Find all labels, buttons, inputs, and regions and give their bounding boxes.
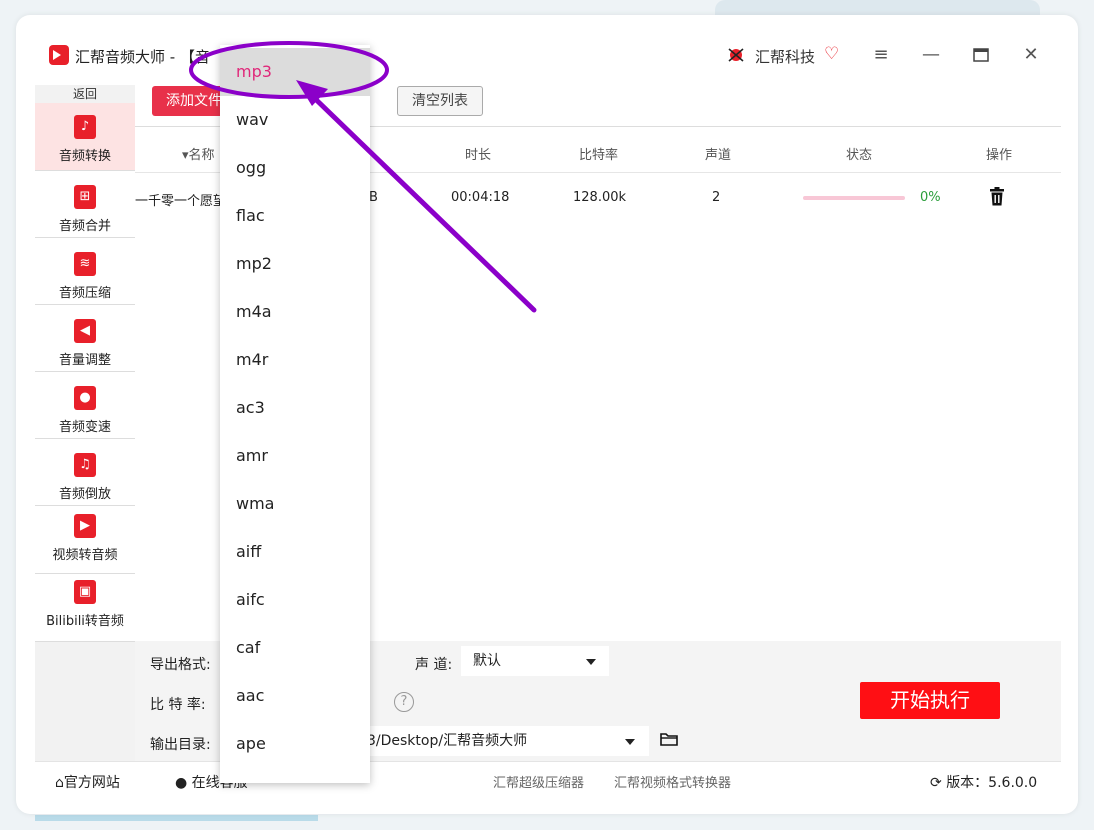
- bilibili-icon: ▣: [74, 580, 96, 604]
- format-option-ape[interactable]: ape: [220, 720, 370, 768]
- format-option-flac[interactable]: flac: [220, 192, 370, 240]
- output-dir-select[interactable]: 3/Desktop/汇帮音频大师: [357, 726, 649, 756]
- brand-heart-icon[interactable]: ♡: [824, 44, 839, 64]
- audio-reverse-icon: ♫: [74, 453, 96, 477]
- format-option-ogg[interactable]: ogg: [220, 144, 370, 192]
- brand-logo-icon: [728, 48, 744, 62]
- format-option-aac[interactable]: aac: [220, 672, 370, 720]
- format-option-mp3[interactable]: mp3: [220, 48, 370, 96]
- channel-select[interactable]: 默认: [461, 646, 609, 676]
- background-taskbar-strip: [35, 815, 318, 821]
- audio-convert-icon: ♪: [74, 115, 96, 139]
- user-icon: ●: [175, 775, 188, 791]
- output-dir-label: 输出目录:: [150, 737, 211, 753]
- audio-merge-icon: ⊞: [74, 185, 96, 209]
- sidebar: 返回 ♪ 音频转换 ⊞ 音频合并 ≋ 音频压缩 ◀ 音量调整 ● 音频变速 ♫ …: [35, 85, 135, 761]
- clear-list-button[interactable]: 清空列表: [397, 86, 483, 116]
- format-option-wma[interactable]: wma: [220, 480, 370, 528]
- column-channels[interactable]: 声道: [705, 144, 731, 163]
- audio-compress-icon: ≋: [74, 252, 96, 276]
- column-duration[interactable]: 时长: [465, 144, 491, 163]
- format-option-amr[interactable]: amr: [220, 432, 370, 480]
- format-option-caf[interactable]: caf: [220, 624, 370, 672]
- file-name: 一千零一个愿望: [135, 194, 227, 209]
- sidebar-item-audio-merge[interactable]: ⊞ 音频合并: [35, 171, 135, 238]
- sidebar-item-volume-adjust[interactable]: ◀ 音量调整: [35, 305, 135, 372]
- audio-speed-icon: ●: [74, 386, 96, 410]
- sidebar-item-video-to-audio[interactable]: ▶ 视频转音频: [35, 506, 135, 574]
- app-logo-icon: [49, 45, 69, 65]
- back-button[interactable]: 返回: [35, 85, 135, 103]
- file-channels: 2: [712, 190, 721, 205]
- refresh-icon: ⟳: [930, 775, 942, 791]
- sidebar-item-audio-reverse[interactable]: ♫ 音频倒放: [35, 439, 135, 506]
- format-option-m4a[interactable]: m4a: [220, 288, 370, 336]
- format-option-aifc[interactable]: aifc: [220, 576, 370, 624]
- format-dropdown: mp3 wav ogg flac mp2 m4a m4r ac3 amr wma…: [220, 45, 370, 783]
- minimize-button[interactable]: —: [918, 42, 944, 68]
- file-duration: 00:04:18: [451, 190, 510, 205]
- format-label: 导出格式:: [150, 657, 211, 673]
- column-name[interactable]: ▾名称: [182, 144, 215, 163]
- sidebar-item-audio-speed[interactable]: ● 音频变速: [35, 372, 135, 439]
- chevron-down-icon: [586, 659, 596, 665]
- title-bar: 汇帮音频大师 - 【音 汇帮科技 ♡ ≡ — ✕: [16, 15, 1078, 85]
- file-bitrate: 128.00k: [573, 190, 627, 205]
- video-to-audio-icon: ▶: [74, 514, 96, 538]
- volume-adjust-icon: ◀: [74, 319, 96, 343]
- sidebar-item-audio-convert[interactable]: ♪ 音频转换: [35, 103, 135, 171]
- file-size: B: [369, 190, 378, 205]
- format-option-ac3[interactable]: ac3: [220, 384, 370, 432]
- bitrate-label: 比 特 率:: [150, 697, 206, 713]
- brand-name: 汇帮科技: [755, 48, 816, 66]
- trash-icon[interactable]: [989, 187, 1005, 206]
- close-button[interactable]: ✕: [1018, 42, 1044, 68]
- output-dir-value: 3/Desktop/汇帮音频大师: [367, 733, 528, 749]
- sidebar-item-audio-compress[interactable]: ≋ 音频压缩: [35, 238, 135, 305]
- progress-bar: [803, 196, 905, 200]
- channel-value: 默认: [473, 653, 501, 669]
- maximize-icon: [973, 48, 989, 62]
- channel-label: 声 道:: [415, 657, 453, 673]
- format-option-mp2[interactable]: mp2: [220, 240, 370, 288]
- official-website-link[interactable]: ⌂官方网站: [55, 772, 120, 792]
- maximize-button[interactable]: [968, 42, 994, 68]
- folder-icon[interactable]: [660, 732, 678, 746]
- format-option-aiff[interactable]: aiff: [220, 528, 370, 576]
- format-option-wav[interactable]: wav: [220, 96, 370, 144]
- column-action[interactable]: 操作: [986, 144, 1012, 163]
- column-status[interactable]: 状态: [846, 144, 872, 163]
- format-option-m4r[interactable]: m4r: [220, 336, 370, 384]
- footer: ⌂官方网站 ● 在线客服 汇帮超级压缩器 汇帮视频格式转换器 ⟳ 版本：5.6.…: [35, 761, 1061, 797]
- menu-icon[interactable]: ≡: [868, 42, 894, 68]
- chevron-down-icon: [625, 739, 635, 745]
- sidebar-item-bilibili[interactable]: ▣ Bilibili转音频: [35, 574, 135, 642]
- column-bitrate[interactable]: 比特率: [579, 144, 618, 163]
- start-button[interactable]: 开始执行: [860, 682, 1000, 719]
- help-icon[interactable]: ?: [394, 692, 414, 712]
- window-title: 汇帮音频大师 - 【音: [75, 48, 210, 66]
- compressor-link[interactable]: 汇帮超级压缩器: [493, 772, 584, 791]
- home-icon: ⌂: [55, 775, 64, 791]
- video-converter-link[interactable]: 汇帮视频格式转换器: [614, 772, 731, 791]
- progress-percent: 0%: [920, 190, 941, 205]
- version-info: ⟳ 版本：5.6.0.0: [930, 775, 1038, 791]
